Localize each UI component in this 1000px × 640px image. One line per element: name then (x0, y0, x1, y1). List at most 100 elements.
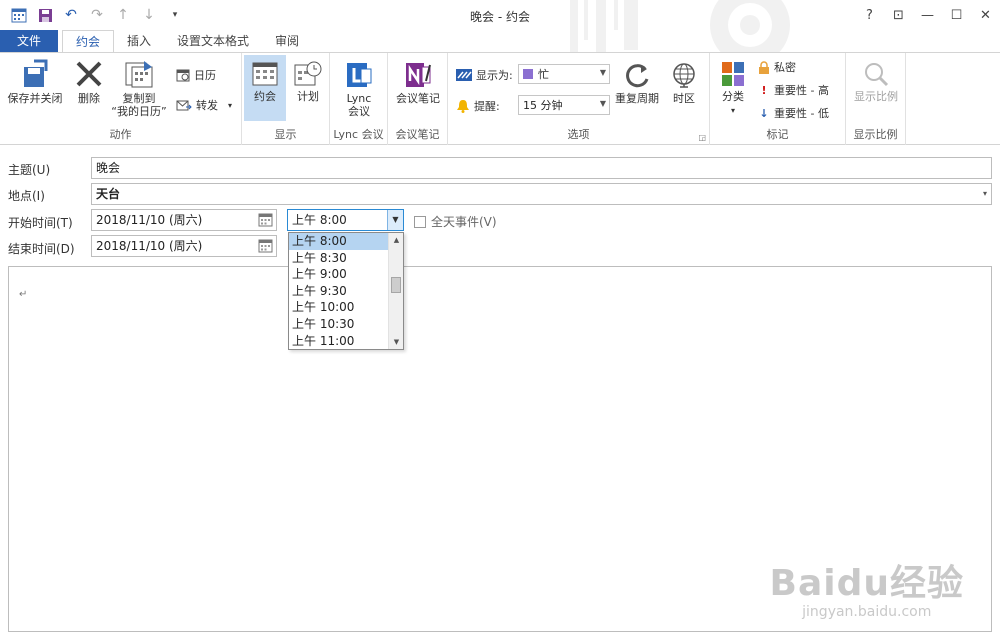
subject-input[interactable]: 晚会 (91, 157, 992, 179)
title-bar: ↶ ↷ ↑ ↓ ▾ 晚会 - 约会 ? ⊡ — ☐ ✕ (0, 0, 1000, 60)
tab-insert[interactable]: 插入 (114, 30, 164, 52)
group-tags-label: 标记 (766, 128, 789, 141)
window-controls: ? ⊡ — ☐ ✕ (855, 0, 1000, 30)
time-option[interactable]: 上午 11:00 (289, 333, 388, 350)
start-date-value: 2018/11/10 (周六) (96, 213, 203, 227)
start-time-label: 开始时间(T) (8, 216, 73, 230)
group-actions-label: 动作 (109, 128, 132, 141)
reminder-label: 提醒: (474, 100, 500, 113)
delete-x-icon (76, 61, 102, 87)
paragraph-mark-icon: ↵ (19, 289, 28, 300)
all-day-label: 全天事件(V) (431, 215, 497, 229)
tab-file[interactable]: 文件 (0, 30, 58, 52)
minimize-button[interactable]: — (913, 0, 942, 30)
all-day-checkbox-box[interactable] (414, 215, 426, 228)
time-option[interactable]: 上午 8:00 (289, 233, 388, 250)
help-button[interactable]: ? (855, 0, 884, 30)
end-date-value: 2018/11/10 (周六) (96, 239, 203, 253)
lock-icon (759, 60, 769, 74)
importance-low-button[interactable]: ↓ 重要性 - 低 (758, 105, 829, 121)
start-time-input[interactable]: 上午 8:00 ▼ (287, 209, 404, 231)
copy-to-calendar-button[interactable]: 复制到 “我的日历” (108, 59, 170, 118)
private-button[interactable]: 私密 (758, 59, 796, 75)
group-lync-label: Lync 会议 (333, 128, 384, 141)
show-as-select[interactable]: 忙 ▼ (518, 64, 610, 84)
time-option[interactable]: 上午 9:30 (289, 283, 388, 300)
tab-review[interactable]: 审阅 (262, 30, 312, 52)
options-dialog-launcher-icon[interactable]: ◲ (698, 133, 706, 142)
show-as-dropdown-icon: ▼ (599, 68, 606, 77)
timezone-button[interactable]: 时区 (666, 61, 702, 105)
time-option[interactable]: 上午 8:30 (289, 250, 388, 267)
window-title: 晚会 - 约会 (470, 10, 530, 24)
meeting-notes-button[interactable]: 会议笔记 (392, 61, 444, 105)
group-actions: 保存并关闭 删除 复制到 “我的日历” 日历 转发 ▾ 动作 (0, 53, 242, 145)
categorize-label: 分类 (722, 90, 744, 103)
location-input[interactable]: 天台 ▾ (91, 183, 992, 205)
show-as-label: 显示为: (476, 69, 513, 82)
end-date-input[interactable]: 2018/11/10 (周六) (91, 235, 277, 257)
save-close-icon (24, 59, 48, 87)
reminder-select[interactable]: 15 分钟 ▼ (518, 95, 610, 115)
group-options: 显示为: 忙 ▼ 提醒: 15 分钟 ▼ 重复周期 时区 选项 ◲ (448, 53, 710, 145)
ribbon-display-button[interactable]: ⊡ (884, 0, 913, 30)
dropdown-scrollbar[interactable]: ▲ ▼ (388, 233, 403, 349)
calendar-button[interactable]: 日历 (176, 67, 216, 83)
importance-high-label: 重要性 - 高 (774, 84, 829, 97)
forward-icon (176, 100, 192, 111)
baidu-watermark: Baidu经验 jingyan.baidu.com (770, 554, 964, 620)
location-label: 地点(I) (8, 189, 45, 203)
delete-button[interactable]: 删除 (72, 59, 106, 105)
group-show-label: 显示 (274, 128, 297, 141)
timezone-label: 时区 (673, 92, 695, 105)
busy-color-swatch (523, 69, 533, 79)
plan-view-button[interactable]: 计划 (288, 61, 328, 103)
appointment-view-button[interactable]: 约会 (244, 55, 286, 121)
down-arrow-low-icon: ↓ (759, 106, 769, 120)
scroll-down-icon[interactable]: ▼ (389, 335, 404, 349)
recurrence-icon (626, 64, 649, 88)
watermark-sub: jingyan.baidu.com (802, 604, 932, 620)
ribbon: 保存并关闭 删除 复制到 “我的日历” 日历 转发 ▾ 动作 约会 计划 显示 … (0, 52, 1000, 145)
time-option[interactable]: 上午 9:00 (289, 266, 388, 283)
group-options-label: 选项 (567, 128, 590, 141)
show-as-icon (456, 69, 472, 81)
close-button[interactable]: ✕ (971, 0, 1000, 30)
scroll-thumb[interactable] (391, 277, 401, 293)
end-date-calendar-icon[interactable] (258, 239, 273, 253)
time-option[interactable]: 上午 10:00 (289, 299, 388, 316)
group-zoom: 显示比例 显示比例 (846, 53, 906, 145)
tab-appointment[interactable]: 约会 (62, 30, 115, 53)
plan-view-label: 计划 (297, 90, 319, 103)
lync-meeting-button[interactable]: Lync 会议 (336, 61, 382, 118)
recurrence-button[interactable]: 重复周期 (612, 61, 662, 105)
tab-format-text[interactable]: 设置文本格式 (164, 30, 262, 52)
ribbon-tabs: 文件 约会 插入 设置文本格式 审阅 (0, 30, 1000, 53)
start-date-input[interactable]: 2018/11/10 (周六) (91, 209, 277, 231)
start-time-dropdown-icon[interactable]: ▼ (387, 210, 403, 230)
start-time-dropdown-list[interactable]: 上午 8:00 上午 8:30 上午 9:00 上午 9:30 上午 10:00… (288, 232, 404, 350)
subject-label: 主题(U) (8, 163, 51, 177)
globe-icon (673, 63, 695, 88)
scroll-up-icon[interactable]: ▲ (389, 233, 404, 247)
location-value: 天台 (96, 187, 121, 201)
start-date-calendar-icon[interactable] (258, 213, 273, 227)
copy-to-label-2: “我的日历” (111, 105, 167, 118)
importance-high-button[interactable]: ! 重要性 - 高 (758, 82, 829, 98)
time-option[interactable]: 上午 10:30 (289, 316, 388, 333)
all-day-checkbox[interactable]: 全天事件(V) (414, 213, 497, 230)
group-notes-label: 会议笔记 (395, 128, 440, 141)
copy-calendar-icon (125, 61, 153, 88)
save-close-button[interactable]: 保存并关闭 (4, 59, 66, 105)
categorize-button[interactable]: 分类 ▾ (716, 61, 750, 117)
maximize-button[interactable]: ☐ (942, 0, 971, 30)
forward-button[interactable]: 转发 ▾ (176, 97, 232, 113)
bell-icon (457, 100, 469, 113)
onenote-icon (406, 63, 431, 87)
appointment-grid-icon (252, 62, 278, 86)
show-as-label-row: 显示为: (456, 67, 513, 83)
location-dropdown-icon[interactable]: ▾ (983, 184, 987, 204)
delete-label: 删除 (78, 92, 100, 105)
lync-label-2: 会议 (348, 105, 370, 118)
group-zoom-label: 显示比例 (853, 128, 898, 141)
